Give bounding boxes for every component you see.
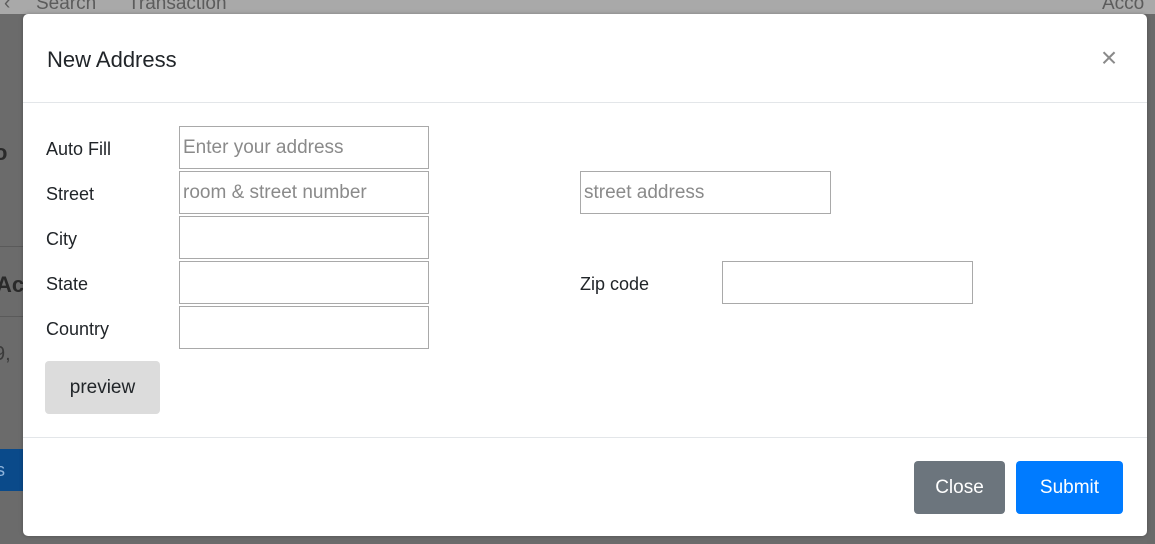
country-input[interactable] <box>179 306 429 349</box>
new-address-modal: New Address × Auto Fill Street City Stat… <box>23 14 1147 536</box>
state-label: State <box>46 274 89 294</box>
background-navbar: ‹ Search Transaction Acco <box>0 0 1155 14</box>
modal-footer-divider <box>23 437 1147 438</box>
background-text-fragment: 9, <box>0 343 11 365</box>
close-button[interactable]: Close <box>914 461 1005 514</box>
street-address-input[interactable] <box>580 171 831 214</box>
background-nav-transaction: Transaction <box>128 0 227 14</box>
close-icon[interactable]: × <box>1094 41 1124 75</box>
street-number-input[interactable] <box>179 171 429 214</box>
page: ‹ Search Transaction Acco o Ac 9, s New … <box>0 0 1155 544</box>
background-edge <box>1147 14 1155 544</box>
auto-fill-label: Auto Fill <box>46 139 112 159</box>
background-text-fragment: o <box>0 140 8 165</box>
submit-button[interactable]: Submit <box>1016 461 1123 514</box>
background-nav-item-fragment: ‹ <box>4 0 11 14</box>
preview-button[interactable]: preview <box>45 361 160 414</box>
city-label: City <box>46 229 77 249</box>
street-label: Street <box>46 184 95 204</box>
city-input[interactable] <box>179 216 429 259</box>
background-button-fragment: s <box>0 449 23 491</box>
background-divider <box>0 246 23 247</box>
country-label: Country <box>46 319 110 339</box>
zip-code-label: Zip code <box>580 274 650 294</box>
state-input[interactable] <box>179 261 429 304</box>
background-nav-account: Acco <box>1102 0 1145 14</box>
background-divider <box>0 316 23 317</box>
auto-fill-input[interactable] <box>179 126 429 169</box>
background-text-fragment: Ac <box>0 272 25 297</box>
background-nav-search: Search <box>36 0 97 14</box>
modal-title: New Address <box>47 47 177 72</box>
modal-header: New Address × <box>23 14 1147 103</box>
zip-code-input[interactable] <box>722 261 973 304</box>
